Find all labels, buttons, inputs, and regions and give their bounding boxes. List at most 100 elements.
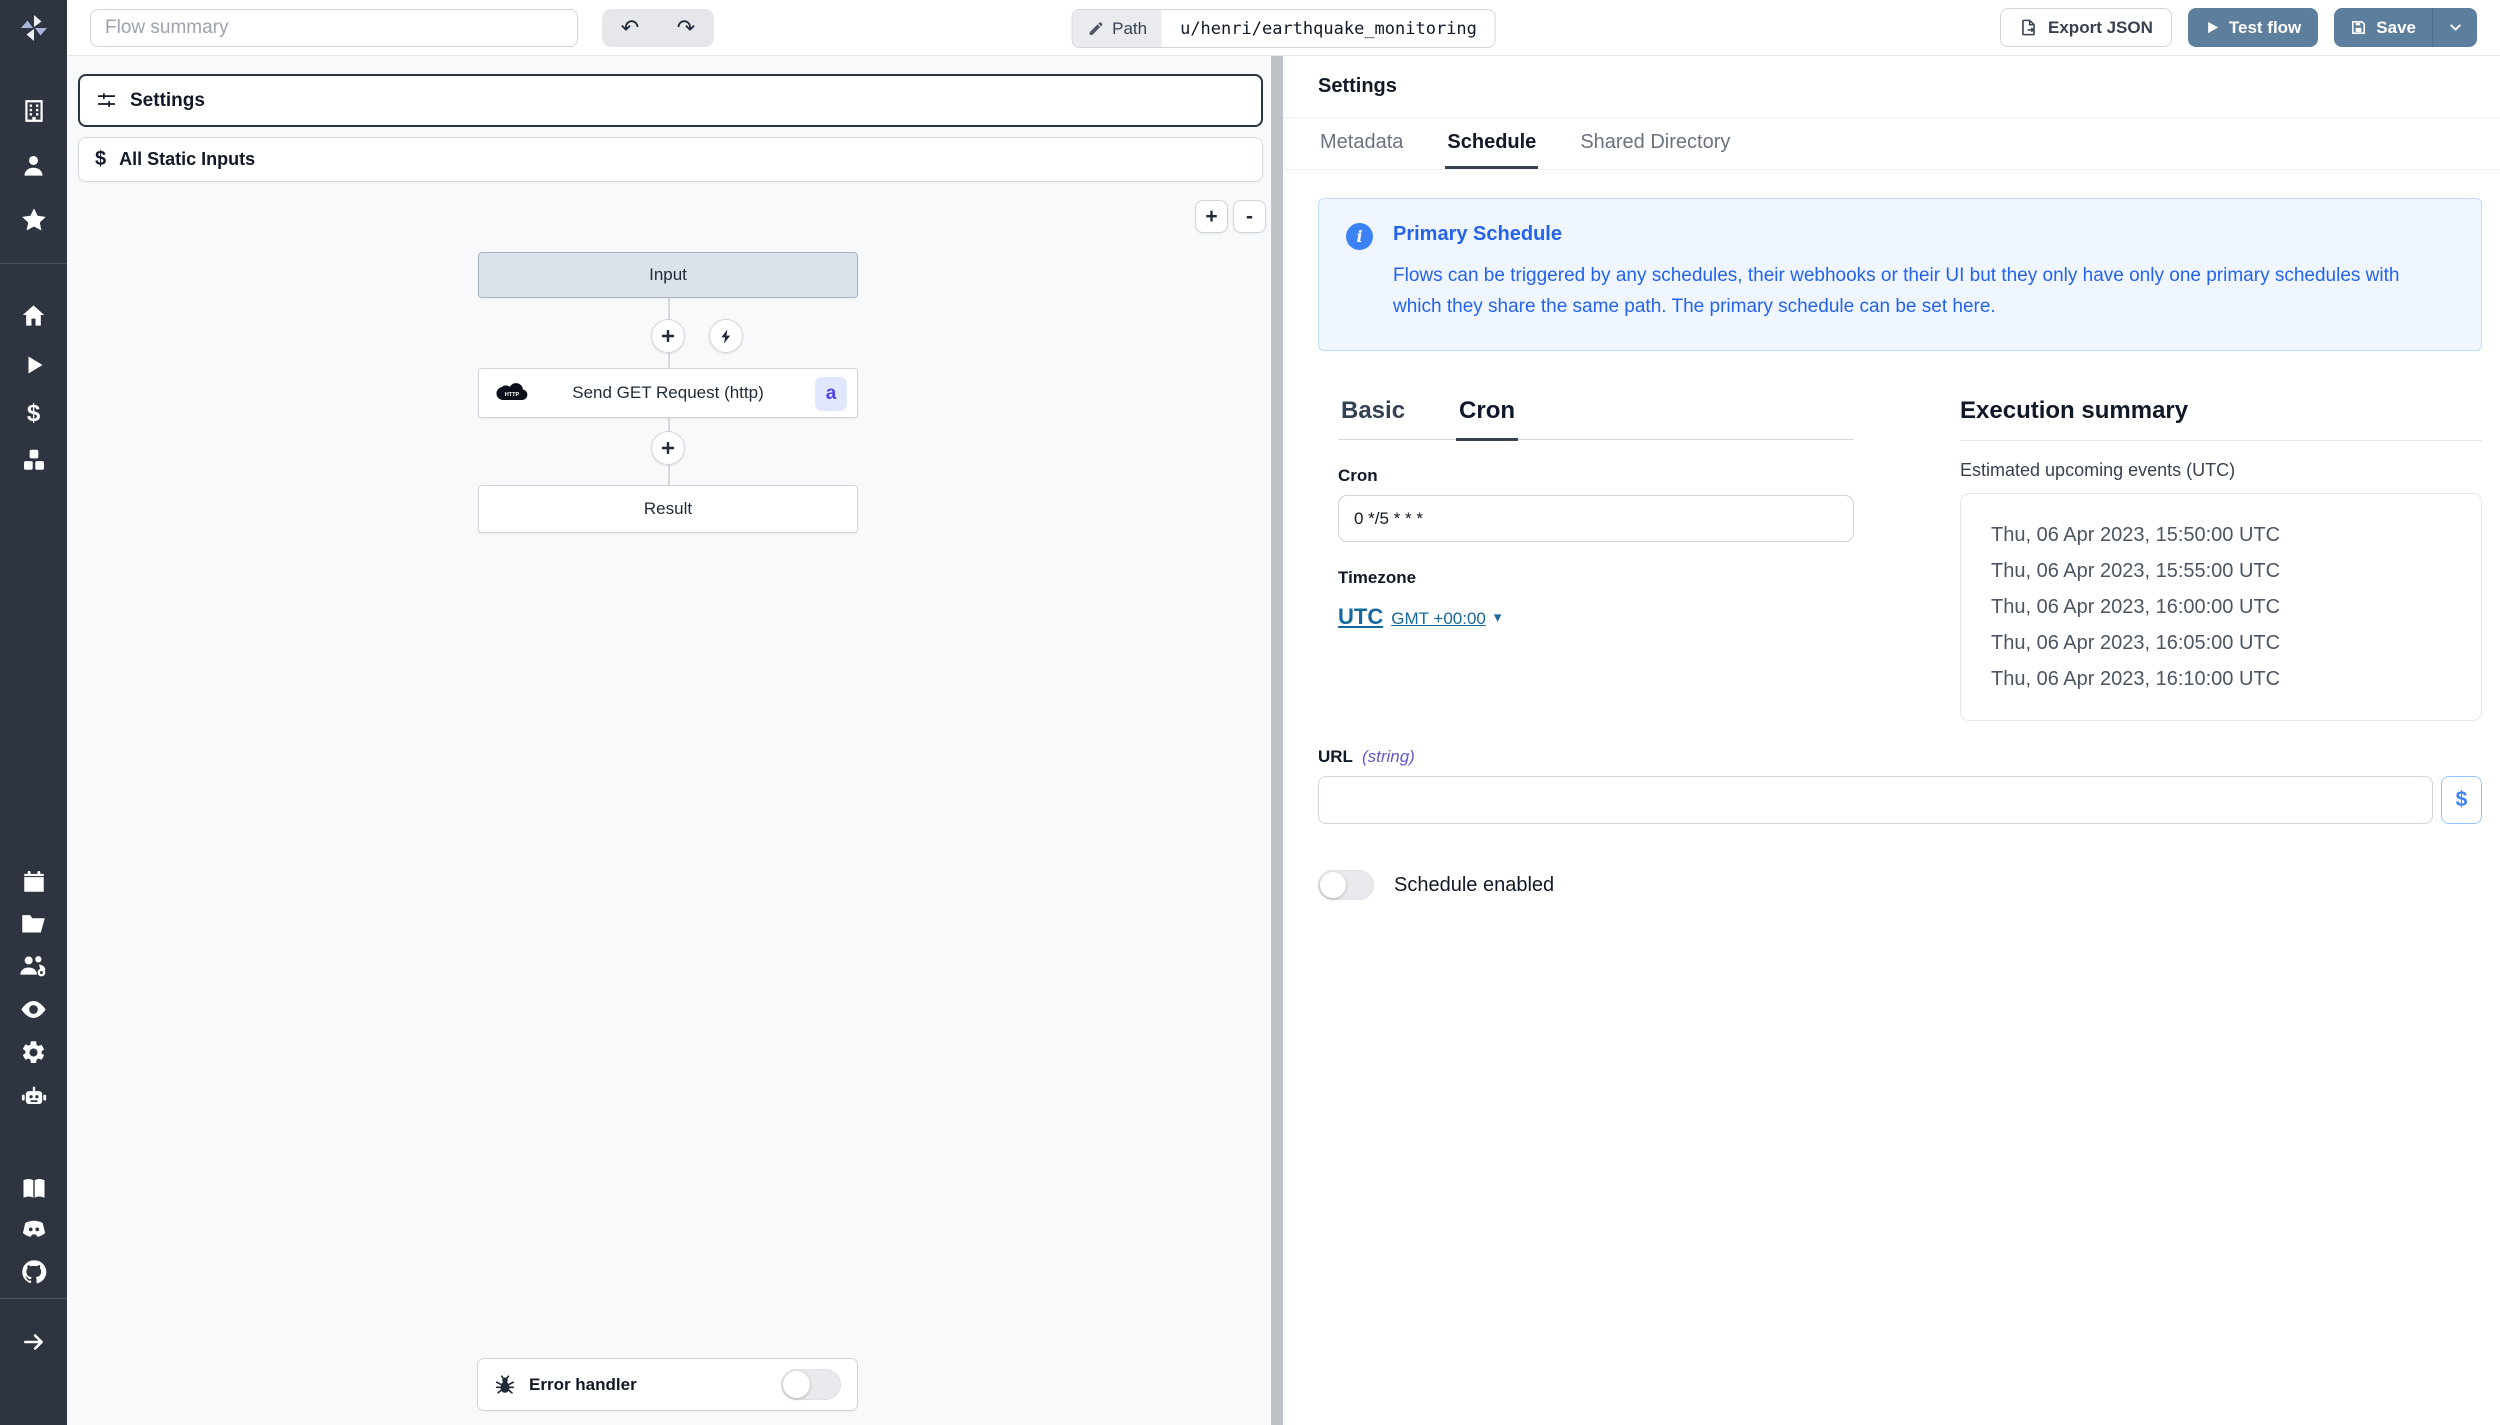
chevron-down-icon xyxy=(2447,19,2464,36)
bug-icon xyxy=(494,1374,516,1396)
building-icon[interactable] xyxy=(0,96,67,126)
settings-panel-body: i Primary Schedule Flows can be triggere… xyxy=(1283,198,2500,900)
cron-label: Cron xyxy=(1338,466,1854,486)
user-icon[interactable] xyxy=(0,150,67,180)
gear-icon[interactable] xyxy=(0,1037,67,1067)
save-dropdown-button[interactable] xyxy=(2433,8,2477,47)
test-flow-button[interactable]: Test flow xyxy=(2188,8,2318,47)
undo-button[interactable]: ↶ xyxy=(602,17,658,39)
error-handler[interactable]: Error handler xyxy=(477,1358,858,1411)
flow-panel: Settings $ All Static Inputs + - Input xyxy=(67,56,1271,1425)
schedule-mode-tabs: Basic Cron xyxy=(1338,397,1854,440)
svg-text:HTTP: HTTP xyxy=(505,392,520,398)
calendar-icon[interactable] xyxy=(0,867,67,897)
node-http-step[interactable]: HTTP Send GET Request (http) a xyxy=(478,368,858,418)
url-type-hint: (string) xyxy=(1362,747,1415,767)
plus-icon xyxy=(660,440,676,456)
variable-picker-button[interactable]: $ xyxy=(2441,776,2482,824)
sidebar-divider xyxy=(0,263,67,264)
panel-splitter[interactable] xyxy=(1271,56,1283,1425)
node-result[interactable]: Result xyxy=(478,485,858,533)
windmill-logo[interactable] xyxy=(0,0,67,56)
url-input[interactable] xyxy=(1318,776,2433,824)
timezone-select[interactable]: UTC GMT +00:00 ▾ xyxy=(1338,604,1501,630)
node-result-label: Result xyxy=(644,499,692,519)
flow-settings-label: Settings xyxy=(130,90,205,112)
url-input-row: $ xyxy=(1318,776,2482,824)
add-step-button[interactable] xyxy=(651,431,685,465)
event-row: Thu, 06 Apr 2023, 16:05:00 UTC xyxy=(1991,625,2471,661)
url-field-header: URL (string) xyxy=(1318,747,2482,767)
execution-summary-subtitle: Estimated upcoming events (UTC) xyxy=(1960,460,2482,481)
path-label-section: Path xyxy=(1072,10,1162,47)
sidebar: $ xyxy=(0,0,67,1425)
primary-schedule-body: Flows can be triggered by any schedules,… xyxy=(1393,260,2451,322)
dollar-icon[interactable]: $ xyxy=(0,399,67,429)
primary-schedule-info: i Primary Schedule Flows can be triggere… xyxy=(1318,198,2482,351)
schedule-enabled-row: Schedule enabled xyxy=(1318,870,2482,900)
home-icon[interactable] xyxy=(0,300,67,330)
all-static-inputs-button[interactable]: $ All Static Inputs xyxy=(78,137,1263,182)
schedule-enabled-toggle[interactable] xyxy=(1318,870,1374,900)
folder-icon[interactable] xyxy=(0,908,67,938)
play-icon xyxy=(2205,20,2220,35)
pencil-icon xyxy=(1087,20,1104,37)
tab-shared-directory[interactable]: Shared Directory xyxy=(1578,131,1732,169)
error-handler-toggle[interactable] xyxy=(781,1369,841,1400)
path-badge[interactable]: Path u/henri/earthquake_monitoring xyxy=(1071,9,1496,48)
flow-settings-button[interactable]: Settings xyxy=(78,74,1263,127)
save-button[interactable]: Save xyxy=(2334,8,2433,47)
node-input[interactable]: Input xyxy=(478,252,858,298)
sidebar-divider xyxy=(0,1298,67,1299)
node-input-label: Input xyxy=(649,265,687,285)
chevron-down-icon: ▾ xyxy=(1494,608,1502,626)
robot-icon[interactable] xyxy=(0,1082,67,1112)
redo-button[interactable]: ↷ xyxy=(658,17,714,39)
tab-metadata[interactable]: Metadata xyxy=(1318,131,1405,169)
zoom-out-button[interactable]: - xyxy=(1233,200,1266,233)
settings-panel: Settings Metadata Schedule Shared Direct… xyxy=(1283,56,2500,1425)
plus-icon xyxy=(660,328,676,344)
arrow-right-icon[interactable] xyxy=(0,1327,67,1357)
tab-schedule[interactable]: Schedule xyxy=(1445,131,1538,169)
error-handler-label: Error handler xyxy=(529,1375,637,1395)
users-gear-icon[interactable] xyxy=(0,950,67,980)
cron-input[interactable] xyxy=(1338,495,1854,542)
cubes-icon[interactable] xyxy=(0,445,67,475)
schedule-enabled-label: Schedule enabled xyxy=(1394,874,1554,897)
add-step-button[interactable] xyxy=(651,319,685,353)
zoom-in-button[interactable]: + xyxy=(1195,200,1228,233)
timezone-label: Timezone xyxy=(1338,568,1854,588)
path-value: u/henri/earthquake_monitoring xyxy=(1162,10,1495,47)
execution-summary-title: Execution summary xyxy=(1960,397,2482,425)
event-row: Thu, 06 Apr 2023, 16:00:00 UTC xyxy=(1991,589,2471,625)
topbar: ↶ ↷ Path u/henri/earthquake_monitoring E… xyxy=(67,0,2500,56)
export-json-button[interactable]: Export JSON xyxy=(2000,8,2172,47)
tab-cron[interactable]: Cron xyxy=(1456,397,1518,441)
timezone-value: UTC xyxy=(1338,604,1383,630)
test-flow-label: Test flow xyxy=(2229,18,2301,38)
node-http-label: Send GET Request (http) xyxy=(572,383,764,403)
toggle-knob xyxy=(783,1371,810,1398)
add-trigger-button[interactable] xyxy=(709,319,743,353)
redo-icon: ↷ xyxy=(677,17,695,39)
all-static-inputs-label: All Static Inputs xyxy=(119,149,255,170)
github-icon[interactable] xyxy=(0,1257,67,1287)
save-icon xyxy=(2350,19,2367,36)
tab-basic[interactable]: Basic xyxy=(1338,397,1408,439)
main-area: ↶ ↷ Path u/henri/earthquake_monitoring E… xyxy=(67,0,2500,1425)
play-icon[interactable] xyxy=(0,350,67,380)
eye-icon[interactable] xyxy=(0,994,67,1024)
node-http-badge[interactable]: a xyxy=(815,377,847,411)
star-icon[interactable] xyxy=(0,205,67,235)
book-icon[interactable] xyxy=(0,1174,67,1204)
event-row: Thu, 06 Apr 2023, 16:10:00 UTC xyxy=(1991,661,2471,697)
discord-icon[interactable] xyxy=(0,1215,67,1245)
content: Settings $ All Static Inputs + - Input xyxy=(67,56,2500,1425)
url-label: URL xyxy=(1318,747,1353,767)
flow-summary-input[interactable] xyxy=(90,9,578,47)
save-split-button: Save xyxy=(2334,8,2477,47)
settings-panel-title: Settings xyxy=(1283,56,2500,118)
topbar-actions: Export JSON Test flow Save xyxy=(2000,8,2477,47)
dollar-icon: $ xyxy=(95,148,106,171)
